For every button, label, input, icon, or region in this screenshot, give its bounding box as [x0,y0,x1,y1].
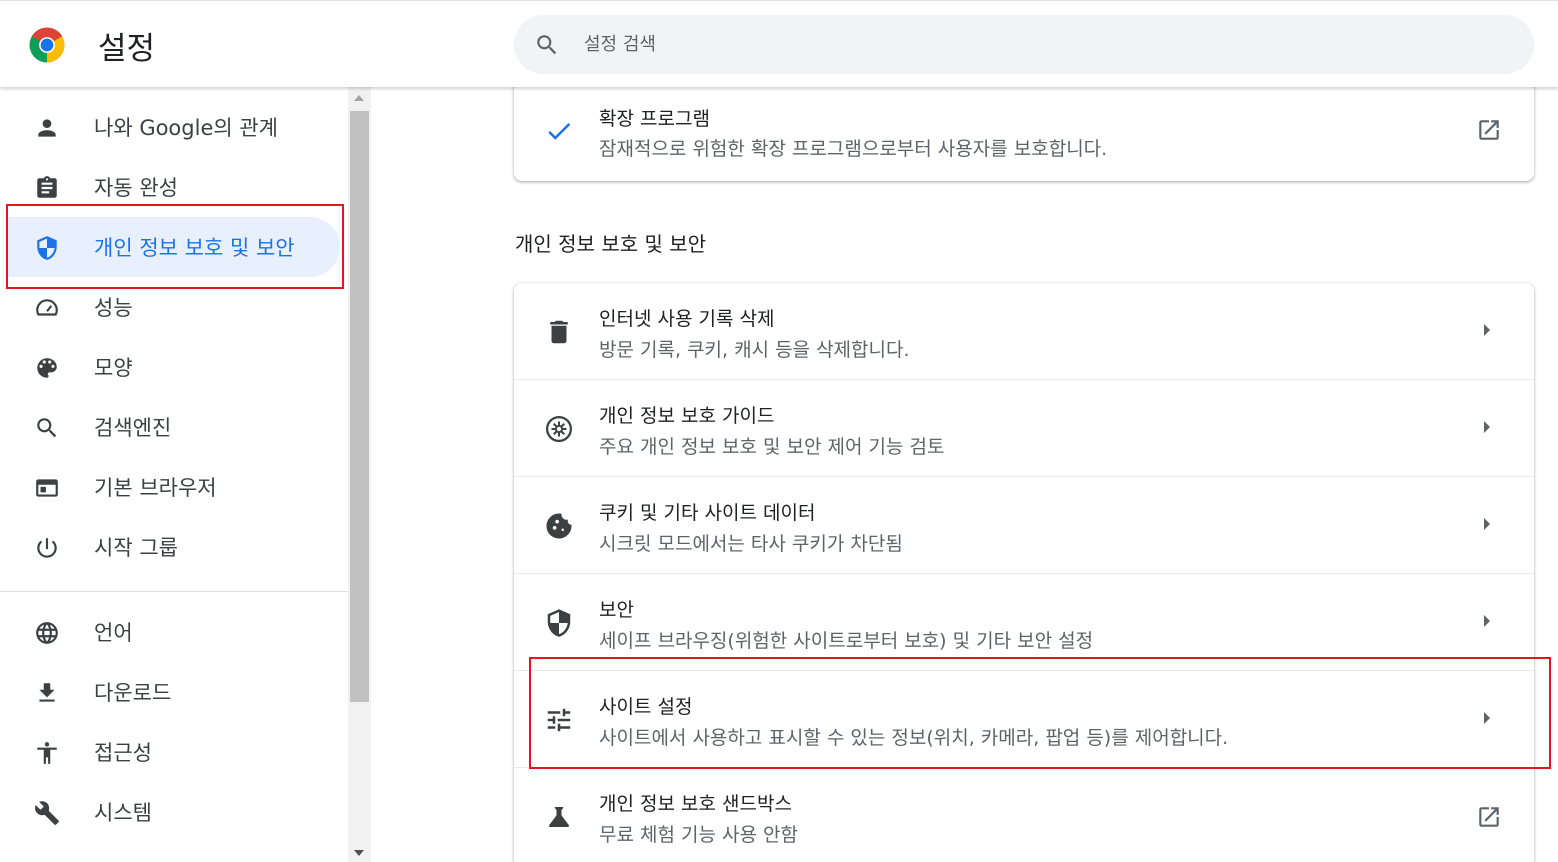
sidebar-item-label: 성능 [94,296,133,320]
browser-window-icon [36,479,58,497]
row-title: 사이트 설정 [599,696,693,718]
extensions-row[interactable]: 확장 프로그램 잠재적으로 위험한 확장 프로그램으로부터 사용자를 보호합니다… [514,84,1534,181]
row-subtitle: 무료 체험 기능 사용 안함 [599,824,798,846]
chevron-right-icon [1484,712,1490,724]
sidebar-item-label: 모양 [94,356,133,380]
privacy-security-card: 인터넷 사용 기록 삭제 방문 기록, 쿠키, 캐시 등을 삭제합니다. 개인 … [514,283,1534,862]
open-in-new-icon[interactable] [1476,804,1502,830]
globe-icon [36,622,58,644]
extensions-card: 확장 프로그램 잠재적으로 위험한 확장 프로그램으로부터 사용자를 보호합니다… [514,78,1534,181]
checkmark-icon [548,122,571,140]
sidebar-item-on-startup[interactable]: 시작 그룹 [0,517,340,577]
cookie-icon [546,513,572,539]
sidebar-item-accessibility[interactable]: 접근성 [0,722,340,782]
download-icon [39,683,55,702]
sidebar-item-label: 자동 완성 [94,176,178,200]
accessibility-icon [37,742,57,764]
sidebar-item-downloads[interactable]: 다운로드 [0,662,340,722]
sidebar-item-label: 다운로드 [94,681,172,705]
speedometer-icon [36,299,58,316]
row-security[interactable]: 보안 세이프 브라우징(위험한 사이트로부터 보호) 및 기타 보안 설정 [514,574,1534,671]
sidebar-item-default-browser[interactable]: 기본 브라우저 [0,457,340,517]
chevron-right-icon [1484,518,1490,530]
sidebar-item-label: 기본 브라우저 [94,476,217,500]
sidebar-item-system[interactable]: 시스템 [0,782,340,842]
row-subtitle: 사이트에서 사용하고 표시할 수 있는 정보(위치, 카메라, 팝업 등)를 제… [599,727,1229,749]
flask-icon [549,807,569,827]
sidebar-item-privacy-security[interactable]: 개인 정보 보호 및 보안 [0,217,340,277]
row-title: 보안 [599,599,634,621]
sidebar-divider [0,591,348,592]
row-title: 개인 정보 보호 샌드박스 [599,793,792,815]
row-subtitle: 세이프 브라우징(위험한 사이트로부터 보호) 및 기타 보안 설정 [599,630,1094,652]
scroll-down-arrow-icon[interactable] [354,850,364,856]
trash-icon [550,320,568,344]
sidebar-item-label: 개인 정보 보호 및 보안 [94,236,295,260]
search-icon [37,418,57,438]
sidebar-item-label: 언어 [94,621,133,645]
scrollbar-thumb[interactable] [350,111,369,702]
palette-icon [37,358,57,378]
sidebar-item-languages[interactable]: 언어 [0,602,340,662]
power-icon [37,538,57,558]
row-privacy-guide[interactable]: 개인 정보 보호 가이드 주요 개인 정보 보호 및 보안 제어 기능 검토 [514,380,1534,477]
row-subtitle: 방문 기록, 쿠키, 캐시 등을 삭제합니다. [599,339,910,361]
row-subtitle: 주요 개인 정보 보호 및 보안 제어 기능 검토 [599,436,945,458]
sidebar-scrollbar[interactable] [348,87,371,862]
chevron-right-icon [1484,615,1490,627]
chevron-right-icon [1484,324,1490,336]
sidebar-item-search-engine[interactable]: 검색엔진 [0,397,340,457]
section-title-privacy: 개인 정보 보호 및 보안 [515,232,707,256]
sidebar-item-label: 검색엔진 [94,416,172,440]
row-subtitle: 시크릿 모드에서는 타사 쿠키가 차단됨 [599,533,903,555]
open-in-new-icon[interactable] [1476,117,1502,143]
row-subtitle: 잠재적으로 위험한 확장 프로그램으로부터 사용자를 보호합니다. [599,138,1108,160]
sidebar-item-label: 시작 그룹 [94,536,178,560]
clipboard-icon [37,176,57,198]
row-title: 인터넷 사용 기록 삭제 [599,308,775,330]
sliders-icon [547,708,571,732]
row-cookies[interactable]: 쿠키 및 기타 사이트 데이터 시크릿 모드에서는 타사 쿠키가 차단됨 [514,477,1534,574]
settings-search-box[interactable] [514,15,1534,74]
row-privacy-sandbox[interactable]: 개인 정보 보호 샌드박스 무료 체험 기능 사용 안함 [514,768,1534,862]
row-clear-browsing-data[interactable]: 인터넷 사용 기록 삭제 방문 기록, 쿠키, 캐시 등을 삭제합니다. [514,283,1534,380]
sidebar-item-label: 접근성 [94,741,152,765]
scroll-up-arrow-icon[interactable] [354,95,364,101]
compass-icon [546,416,572,442]
sidebar-item-you-and-google[interactable]: 나와 Google의 관계 [0,97,340,157]
shield-icon [547,609,571,637]
sidebar-item-appearance[interactable]: 모양 [0,337,340,397]
sidebar-item-label: 시스템 [94,801,152,825]
sidebar-item-autofill[interactable]: 자동 완성 [0,157,340,217]
shield-icon [37,236,57,260]
row-title: 쿠키 및 기타 사이트 데이터 [599,502,816,524]
page-title: 설정 [98,31,156,67]
sidebar-item-performance[interactable]: 성능 [0,277,340,337]
person-icon [38,119,56,137]
sidebar-item-label: 나와 Google의 관계 [94,116,279,140]
row-site-settings[interactable]: 사이트 설정 사이트에서 사용하고 표시할 수 있는 정보(위치, 카메라, 팝… [514,671,1534,768]
search-input[interactable] [584,15,1484,74]
settings-sidebar: 나와 Google의 관계 자동 완성 개인 정보 보호 및 보안 성능 모양 … [0,87,348,862]
chevron-right-icon [1484,421,1490,433]
wrench-icon [35,801,59,825]
search-icon [537,35,557,55]
row-title: 확장 프로그램 [599,108,710,130]
row-title: 개인 정보 보호 가이드 [599,405,775,427]
settings-header: 설정 [0,0,1558,87]
chrome-logo-icon [29,27,65,63]
